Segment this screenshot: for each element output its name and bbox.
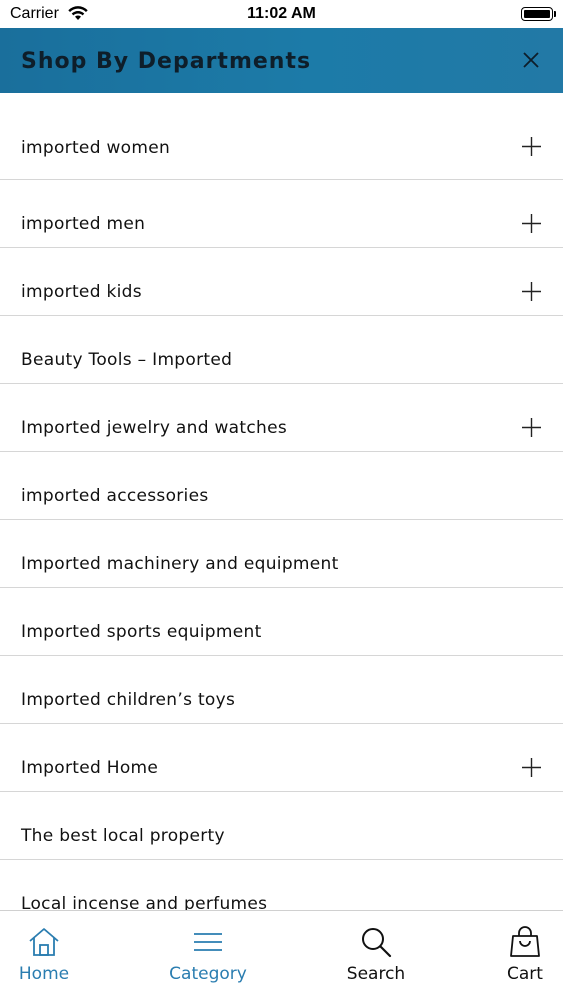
plus-icon[interactable] bbox=[522, 418, 541, 437]
shopping-bag-icon bbox=[510, 926, 540, 957]
department-label: Imported machinery and equipment bbox=[21, 554, 339, 574]
list-item[interactable]: Imported jewelry and watches bbox=[0, 384, 563, 452]
tab-cart-label: Cart bbox=[507, 964, 543, 984]
department-label: Beauty Tools – Imported bbox=[21, 350, 233, 370]
list-item[interactable]: Imported children’s toys bbox=[0, 656, 563, 724]
page-title: Shop By Departments bbox=[21, 49, 312, 74]
department-label: imported women bbox=[21, 138, 171, 158]
department-label: Imported children’s toys bbox=[21, 690, 236, 710]
status-time: 11:02 AM bbox=[247, 5, 316, 22]
tab-category-label: Category bbox=[169, 964, 247, 984]
tab-category[interactable]: Category bbox=[163, 911, 253, 1000]
home-icon bbox=[29, 928, 59, 956]
tab-cart[interactable]: Cart bbox=[495, 911, 555, 1000]
plus-icon[interactable] bbox=[522, 137, 541, 156]
list-item[interactable]: imported kids bbox=[0, 248, 563, 316]
status-bar: Carrier 11:02 AM bbox=[0, 0, 563, 28]
department-label: Imported Home bbox=[21, 758, 159, 778]
plus-icon[interactable] bbox=[522, 758, 541, 777]
department-label: Imported sports equipment bbox=[21, 622, 262, 642]
list-item[interactable]: Imported machinery and equipment bbox=[0, 520, 563, 588]
department-label: imported kids bbox=[21, 282, 142, 302]
list-item[interactable]: Local incense and perfumes bbox=[0, 860, 563, 910]
list-item[interactable]: Imported Home bbox=[0, 724, 563, 792]
tab-home[interactable]: Home bbox=[4, 911, 84, 1000]
tab-search-label: Search bbox=[346, 964, 406, 984]
battery-icon bbox=[521, 7, 556, 21]
search-icon bbox=[362, 928, 392, 958]
department-label: imported men bbox=[21, 214, 146, 234]
tab-home-label: Home bbox=[18, 964, 70, 984]
list-item[interactable]: Beauty Tools – Imported bbox=[0, 316, 563, 384]
plus-icon[interactable] bbox=[522, 214, 541, 233]
departments-header: Shop By Departments bbox=[0, 28, 563, 93]
department-label: imported accessories bbox=[21, 486, 209, 506]
plus-icon[interactable] bbox=[522, 282, 541, 301]
list-item[interactable]: Imported sports equipment bbox=[0, 588, 563, 656]
list-item[interactable]: imported men bbox=[0, 180, 563, 248]
department-label: Local incense and perfumes bbox=[21, 894, 268, 910]
tab-search[interactable]: Search bbox=[336, 911, 416, 1000]
department-list: imported women imported men imported kids B… bbox=[0, 93, 563, 910]
department-label: The best local property bbox=[21, 826, 225, 846]
bottom-tab-bar: Home Category Search Cart bbox=[0, 910, 563, 1000]
list-item[interactable]: The best local property bbox=[0, 792, 563, 860]
close-icon[interactable] bbox=[521, 50, 541, 70]
menu-icon bbox=[194, 933, 222, 951]
list-item[interactable]: imported accessories bbox=[0, 452, 563, 520]
list-item[interactable]: imported women bbox=[0, 93, 563, 180]
department-label: Imported jewelry and watches bbox=[21, 418, 288, 438]
